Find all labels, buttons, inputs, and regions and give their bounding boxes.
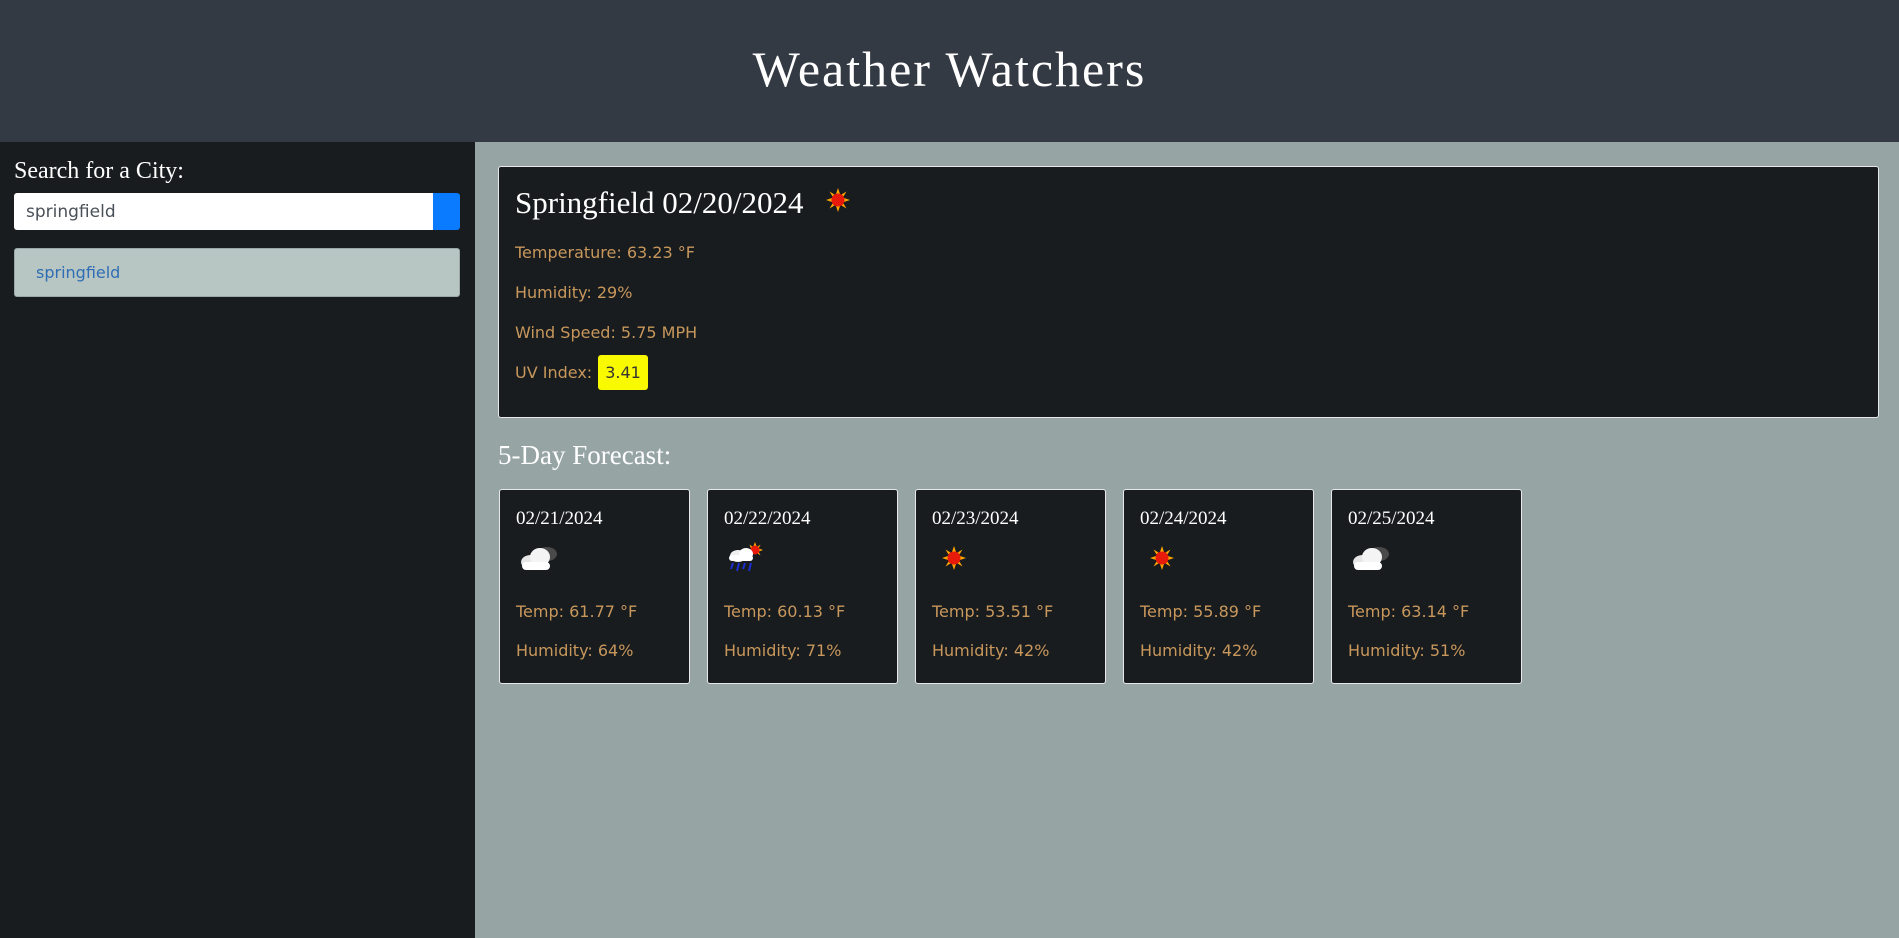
- forecast-humidity: Humidity: 42%: [1140, 641, 1258, 660]
- cloud-icon: [516, 536, 673, 580]
- search-label: Search for a City:: [14, 158, 184, 184]
- forecast-date: 02/24/2024: [1140, 508, 1227, 529]
- forecast-date: 02/22/2024: [724, 508, 811, 529]
- search-row: [14, 193, 461, 230]
- current-temperature: Temperature: 63.23 °F: [515, 242, 695, 262]
- forecast-temp: Temp: 60.13 °F: [724, 602, 846, 621]
- forecast-card: 02/21/2024 Temp: 61.77 °F Humidity: 64%: [499, 489, 690, 684]
- sun-icon: [1140, 536, 1297, 580]
- forecast-card: 02/22/2024 Temp: 60.13 °F Humidity: 71%: [707, 489, 898, 684]
- sun-icon: [932, 536, 1089, 580]
- uv-badge: 3.41: [598, 354, 648, 390]
- current-wind-speed: Wind Speed: 5.75 MPH: [515, 322, 698, 342]
- current-city-date: Springfield 02/20/2024: [515, 185, 804, 220]
- history-item-springfield[interactable]: springfield: [14, 248, 460, 297]
- current-weather-card: Springfield 02/20/2024 Temperature: 63.2…: [498, 166, 1879, 418]
- forecast-heading: 5-Day Forecast:: [498, 440, 672, 470]
- current-uv-index: UV Index: 3.41: [515, 354, 1862, 390]
- forecast-date: 02/25/2024: [1348, 508, 1435, 529]
- forecast-temp: Temp: 61.77 °F: [516, 602, 638, 621]
- page-title: Weather Watchers: [752, 41, 1147, 97]
- sidebar: Search for a City: springfield: [0, 142, 475, 938]
- city-search-input[interactable]: [14, 193, 433, 230]
- page-header: Weather Watchers: [0, 0, 1899, 142]
- forecast-temp: Temp: 63.14 °F: [1348, 602, 1470, 621]
- uv-label: UV Index:: [515, 362, 593, 382]
- forecast-card: 02/25/2024 Temp: 63.14 °F Humidity: 51%: [1331, 489, 1522, 684]
- current-weather-title-row: Springfield 02/20/2024: [515, 185, 1862, 221]
- sun-icon: [825, 185, 851, 221]
- current-humidity: Humidity: 29%: [515, 282, 633, 302]
- forecast-humidity: Humidity: 64%: [516, 641, 634, 660]
- forecast-temp: Temp: 55.89 °F: [1140, 602, 1262, 621]
- forecast-card: 02/24/2024 Temp: 55.89 °F Humidity: 42%: [1123, 489, 1314, 684]
- forecast-card: 02/23/2024 Temp: 53.51 °F Humidity: 42%: [915, 489, 1106, 684]
- forecast-humidity: Humidity: 71%: [724, 641, 842, 660]
- forecast-date: 02/23/2024: [932, 508, 1019, 529]
- forecast-humidity: Humidity: 42%: [932, 641, 1050, 660]
- rain-sun-icon: [724, 536, 881, 580]
- search-button[interactable]: [433, 193, 460, 230]
- forecast-temp: Temp: 53.51 °F: [932, 602, 1054, 621]
- forecast-humidity: Humidity: 51%: [1348, 641, 1466, 660]
- forecast-row: 02/21/2024 Temp: 61.77 °F Humidity: 64% …: [499, 489, 1522, 684]
- cloud-icon: [1348, 536, 1505, 580]
- forecast-date: 02/21/2024: [516, 508, 603, 529]
